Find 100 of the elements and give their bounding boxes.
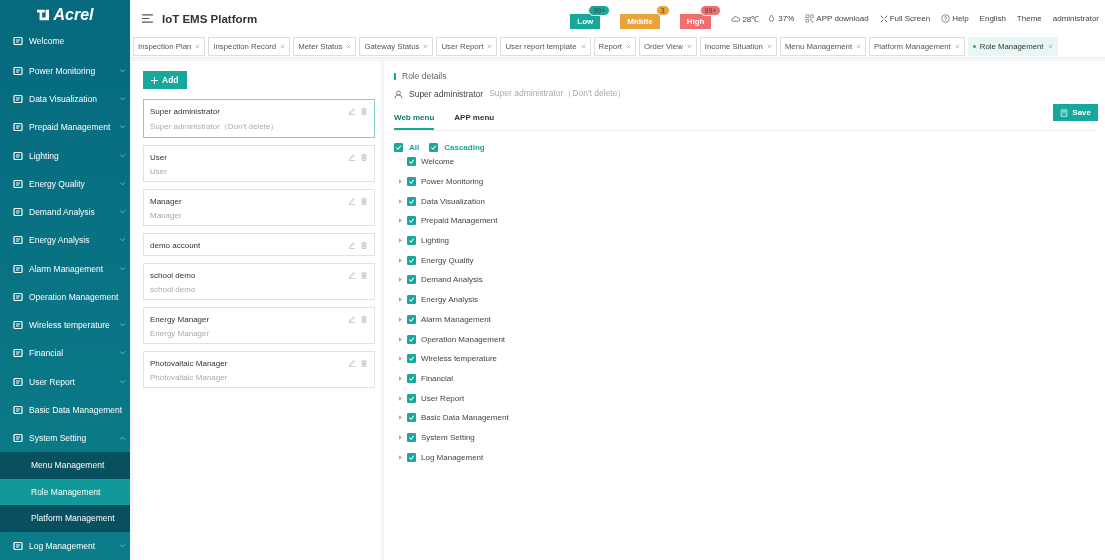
- edit-icon[interactable]: [348, 359, 356, 367]
- header-link[interactable]: Help: [941, 14, 969, 23]
- close-icon[interactable]: [280, 44, 286, 49]
- delete-icon[interactable]: [360, 197, 368, 205]
- close-icon[interactable]: [487, 44, 493, 49]
- close-icon[interactable]: [423, 44, 429, 49]
- submenu-item[interactable]: Platform Management: [0, 505, 130, 532]
- role-card[interactable]: Super administrator Super administrator（Don't delete）: [143, 99, 375, 138]
- edit-icon[interactable]: [348, 315, 356, 323]
- sidebar-menu-item[interactable]: User Report: [0, 367, 130, 396]
- edit-icon[interactable]: [348, 197, 356, 205]
- checkbox[interactable]: [407, 373, 416, 383]
- checkbox[interactable]: [429, 143, 439, 152]
- close-icon[interactable]: [1047, 44, 1053, 49]
- checkbox[interactable]: [407, 196, 416, 206]
- sidebar-menu-item[interactable]: Lighting: [0, 141, 130, 170]
- menu-item-icon: [13, 376, 23, 387]
- expand-caret-icon[interactable]: [399, 297, 402, 303]
- logo: Acrel: [0, 0, 130, 31]
- sidebar-menu-item[interactable]: Alarm Management: [0, 254, 130, 283]
- expand-caret-icon[interactable]: [399, 257, 402, 263]
- role-card[interactable]: User User: [143, 145, 375, 182]
- checkbox[interactable]: [407, 432, 416, 442]
- checkbox[interactable]: [407, 354, 416, 364]
- role-name: demo account: [150, 241, 202, 250]
- close-icon[interactable]: [766, 44, 772, 49]
- close-icon[interactable]: [625, 44, 631, 49]
- role-description: User: [150, 167, 168, 176]
- close-icon[interactable]: [686, 44, 692, 49]
- sidebar-menu-item[interactable]: Energy Analysis: [0, 226, 130, 255]
- checkbox[interactable]: [407, 177, 416, 187]
- header-link[interactable]: administrator: [1052, 14, 1099, 23]
- delete-icon[interactable]: [360, 271, 368, 279]
- checkbox[interactable]: [407, 275, 416, 285]
- header-link[interactable]: Theme: [1016, 14, 1042, 23]
- delete-icon[interactable]: [360, 107, 368, 115]
- close-icon[interactable]: [856, 44, 862, 49]
- header-link[interactable]: English: [979, 14, 1006, 23]
- expand-caret-icon[interactable]: [399, 218, 402, 224]
- sidebar-menu-item[interactable]: Power Monitoring: [0, 56, 130, 85]
- expand-caret-icon[interactable]: [399, 238, 402, 244]
- sidebar-menu-item[interactable]: Welcome: [0, 30, 130, 52]
- checkbox[interactable]: [394, 143, 403, 152]
- close-icon[interactable]: [954, 44, 960, 49]
- sidebar-menu-item[interactable]: Energy Quality: [0, 169, 130, 198]
- checkbox[interactable]: [407, 334, 416, 344]
- role-card[interactable]: Energy Manager Energy Manager: [143, 307, 375, 344]
- edit-icon[interactable]: [348, 241, 356, 249]
- role-card[interactable]: Photovaltaic Manager Photovaltaic Manager: [143, 351, 375, 388]
- expand-caret-icon[interactable]: [399, 415, 402, 421]
- expand-caret-icon[interactable]: [399, 179, 402, 185]
- sidebar-menu-item[interactable]: Wireless temperature: [0, 310, 130, 340]
- checkbox[interactable]: [407, 255, 416, 265]
- edit-icon[interactable]: [348, 153, 356, 161]
- sidebar-menu-item[interactable]: Operation Management: [0, 282, 130, 311]
- checkbox[interactable]: [407, 413, 416, 423]
- sidebar-menu-item[interactable]: Demand Analysis: [0, 197, 130, 227]
- sidebar-menu-item[interactable]: Financial: [0, 339, 130, 368]
- role-description: Manager: [150, 211, 183, 220]
- menu-icon[interactable]: [142, 14, 153, 23]
- sidebar-menu-item[interactable]: Data Visualization: [0, 84, 130, 114]
- expand-caret-icon[interactable]: [399, 356, 402, 362]
- menu-type-tab[interactable]: Web menu: [394, 105, 435, 130]
- menu-item-icon: [13, 65, 23, 76]
- sidebar-menu-item[interactable]: Basic Data Management: [0, 395, 130, 424]
- checkbox[interactable]: [407, 236, 416, 246]
- header-link[interactable]: Full Screen: [879, 14, 931, 23]
- sidebar-menu-item[interactable]: Prepaid Management: [0, 113, 130, 142]
- checkbox[interactable]: [407, 452, 416, 462]
- expand-caret-icon[interactable]: [399, 434, 402, 440]
- menu-type-tab[interactable]: APP menu: [454, 105, 495, 130]
- sidebar-menu-item[interactable]: Log Management: [0, 531, 130, 560]
- delete-icon[interactable]: [360, 153, 368, 161]
- role-card[interactable]: school demo school demo: [143, 263, 375, 300]
- edit-icon[interactable]: [348, 107, 356, 115]
- close-icon[interactable]: [346, 44, 352, 49]
- menu-item-icon: [13, 235, 23, 246]
- edit-icon[interactable]: [348, 271, 356, 279]
- expand-caret-icon[interactable]: [399, 277, 402, 283]
- expand-caret-icon[interactable]: [399, 375, 402, 381]
- delete-icon[interactable]: [360, 359, 368, 367]
- sidebar-menu-item[interactable]: System Setting: [0, 423, 130, 453]
- role-card[interactable]: Manager Manager: [143, 189, 375, 226]
- expand-caret-icon[interactable]: [399, 198, 402, 204]
- delete-icon[interactable]: [360, 315, 368, 323]
- role-card[interactable]: demo account: [143, 233, 375, 256]
- close-icon[interactable]: [580, 44, 586, 49]
- delete-icon[interactable]: [360, 241, 368, 249]
- submenu-item[interactable]: Menu Management: [0, 452, 130, 479]
- expand-caret-icon[interactable]: [399, 316, 402, 322]
- checkbox[interactable]: [407, 216, 416, 226]
- close-icon[interactable]: [195, 44, 201, 49]
- checkbox[interactable]: [407, 157, 416, 167]
- checkbox[interactable]: [407, 393, 416, 403]
- expand-caret-icon[interactable]: [399, 395, 402, 401]
- expand-caret-icon[interactable]: [399, 454, 402, 460]
- checkbox[interactable]: [407, 295, 416, 305]
- checkbox[interactable]: [407, 314, 416, 324]
- expand-caret-icon[interactable]: [399, 336, 402, 342]
- header-link[interactable]: APP download: [805, 14, 869, 23]
